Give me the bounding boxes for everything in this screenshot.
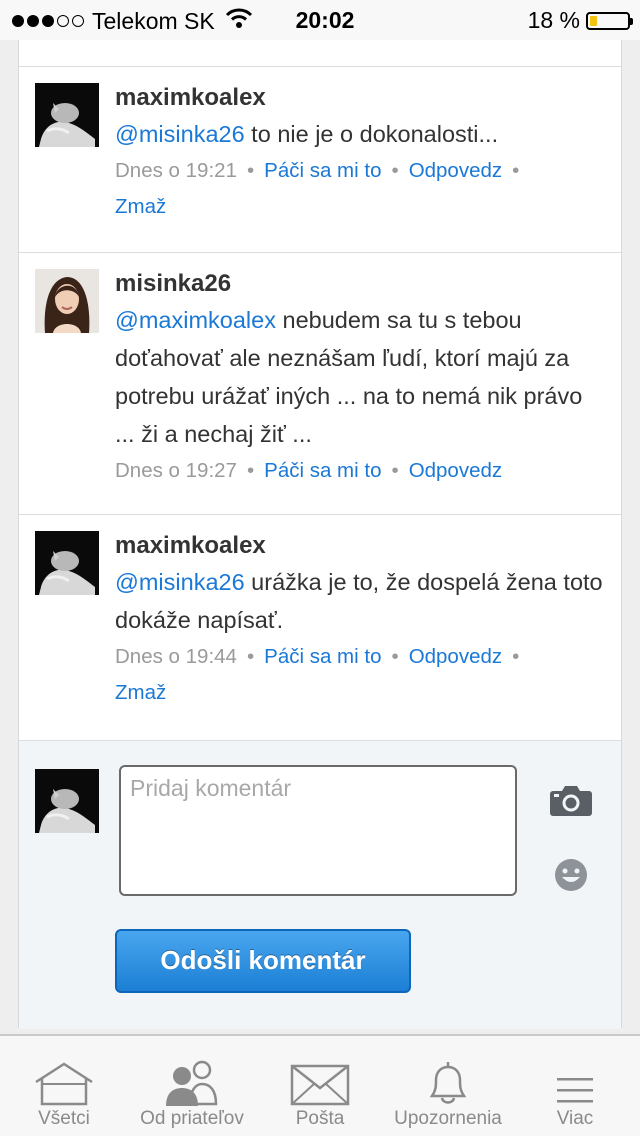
comment-meta: Dnes o 19:44 • Páči sa mi to • Odpovedz • Zma… bbox=[115, 645, 520, 704]
avatar bbox=[35, 769, 99, 833]
delete-link[interactable]: Zmaž bbox=[115, 195, 166, 218]
friends-icon bbox=[128, 1036, 256, 1106]
comment-item: maximkoalex @misinka26 urážka je to, že … bbox=[19, 514, 621, 741]
tab-label: Upozornenia bbox=[394, 1108, 502, 1129]
battery-percent: 18 % bbox=[527, 7, 580, 33]
comment-time: Dnes o 19:44 bbox=[115, 645, 237, 668]
submit-comment-button[interactable]: Odošli komentár bbox=[115, 929, 411, 993]
tab-label: Viac bbox=[556, 1108, 594, 1129]
tab-label: Od priateľov bbox=[140, 1108, 244, 1129]
avatar[interactable] bbox=[35, 531, 99, 595]
menu-icon bbox=[530, 1036, 620, 1106]
mention-link[interactable]: @maximkoalex bbox=[115, 307, 276, 333]
bell-icon bbox=[386, 1036, 510, 1106]
tab-bar: Všetci Od priateľov Pošta Upozornenia Vi… bbox=[0, 1034, 640, 1136]
comment-message: to nie je o dokonalosti... bbox=[244, 121, 499, 147]
add-comment-form: Pridaj komentár Odošli komentár bbox=[19, 740, 621, 1029]
comment-item: misinka26 @maximkoalex nebudem sa tu s t… bbox=[19, 252, 621, 515]
mention-link[interactable]: @misinka26 bbox=[115, 121, 245, 147]
reply-link[interactable]: Odpovedz bbox=[409, 459, 502, 482]
delete-link[interactable]: Zmaž bbox=[115, 681, 166, 704]
avatar[interactable] bbox=[35, 269, 99, 333]
comment-meta: Dnes o 19:21 • Páči sa mi to • Odpovedz • Zma… bbox=[115, 159, 520, 218]
comment-text: @maximkoalex nebudem sa tu s tebou doťah… bbox=[115, 301, 605, 453]
tab-vsetci[interactable]: Všetci bbox=[14, 1036, 114, 1136]
tab-upozornenia[interactable]: Upozornenia bbox=[386, 1036, 510, 1136]
tab-posta[interactable]: Pošta bbox=[270, 1036, 370, 1136]
comment-text: @misinka26 urážka je to, že dospelá žena… bbox=[115, 563, 605, 639]
comment-input[interactable]: Pridaj komentár bbox=[119, 765, 517, 896]
comment-body: maximkoalex @misinka26 urážka je to, že … bbox=[115, 531, 605, 711]
smiley-icon[interactable] bbox=[553, 857, 589, 898]
tab-viac[interactable]: Viac bbox=[530, 1036, 620, 1136]
comment-body: maximkoalex @misinka26 to nie je o dokon… bbox=[115, 83, 605, 225]
house-icon bbox=[14, 1036, 114, 1106]
envelope-icon bbox=[270, 1036, 370, 1106]
status-bar: Telekom SK 20:02 18 % bbox=[0, 0, 640, 40]
reply-link[interactable]: Odpovedz bbox=[409, 159, 502, 182]
battery-level bbox=[590, 15, 597, 26]
status-right: 18 % bbox=[527, 7, 633, 34]
tab-label: Všetci bbox=[38, 1108, 90, 1129]
comment-author[interactable]: maximkoalex bbox=[115, 83, 605, 113]
like-link[interactable]: Páči sa mi to bbox=[264, 645, 381, 668]
camera-icon[interactable] bbox=[549, 783, 593, 822]
comment-time: Dnes o 19:27 bbox=[115, 459, 237, 482]
comment-body: misinka26 @maximkoalex nebudem sa tu s t… bbox=[115, 269, 605, 489]
like-link[interactable]: Páči sa mi to bbox=[264, 159, 381, 182]
comment-time: Dnes o 19:21 bbox=[115, 159, 237, 182]
comment-meta: Dnes o 19:27 • Páči sa mi to • Odpovedz bbox=[115, 459, 503, 482]
tab-label: Pošta bbox=[295, 1108, 345, 1129]
comments-card: maximkoalex @misinka26 to nie je o dokon… bbox=[18, 40, 622, 1029]
comment-author[interactable]: misinka26 bbox=[115, 269, 605, 299]
tab-od-priatelov[interactable]: Od priateľov bbox=[128, 1036, 256, 1136]
comment-item: maximkoalex @misinka26 to nie je o dokon… bbox=[19, 66, 621, 253]
like-link[interactable]: Páči sa mi to bbox=[264, 459, 381, 482]
battery-icon bbox=[586, 11, 633, 30]
comment-author[interactable]: maximkoalex bbox=[115, 531, 605, 561]
mention-link[interactable]: @misinka26 bbox=[115, 569, 245, 595]
avatar[interactable] bbox=[35, 83, 99, 147]
reply-link[interactable]: Odpovedz bbox=[409, 645, 502, 668]
comment-text: @misinka26 to nie je o dokonalosti... bbox=[115, 115, 605, 153]
